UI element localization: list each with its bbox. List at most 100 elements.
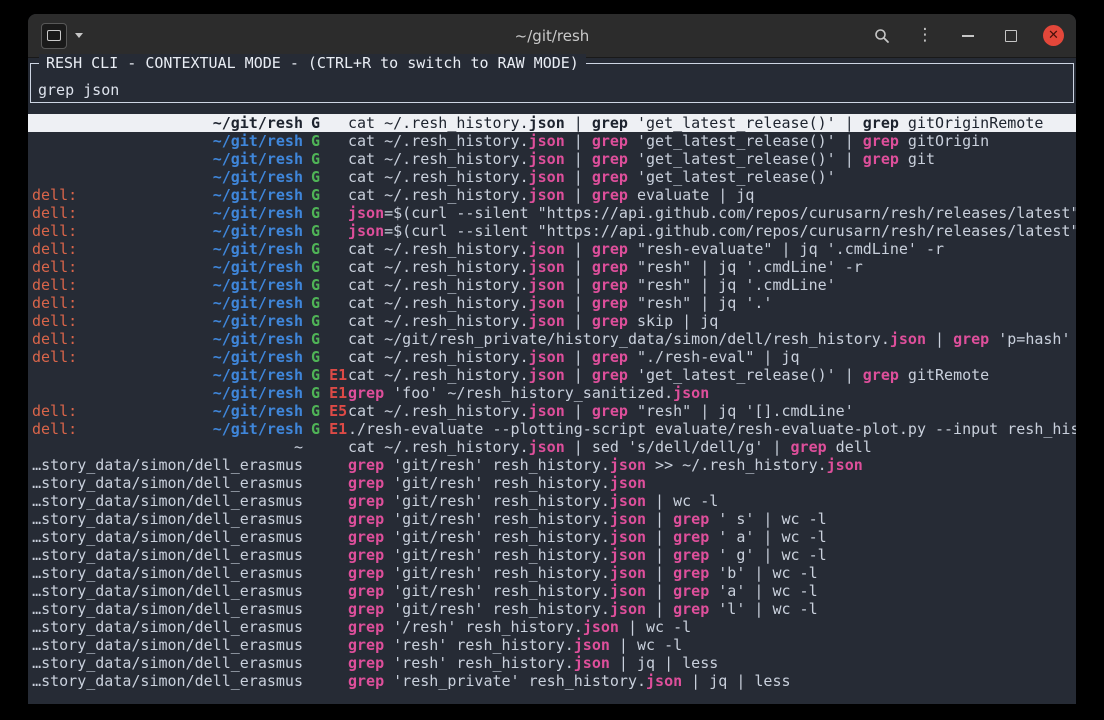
row-directory: ~/git/resh bbox=[213, 420, 303, 438]
history-row[interactable]: …story_data/simon/dell_erasmus grep 'resh… bbox=[28, 672, 1076, 690]
row-command: cat ~/.resh_history.json | grep "resh-ev… bbox=[348, 240, 1076, 258]
row-status-flags: G bbox=[303, 240, 348, 258]
history-row[interactable]: …story_data/simon/dell_erasmusgrep 'git/… bbox=[28, 582, 1076, 600]
history-row[interactable]: …story_data/simon/dell_erasmusgrep 'git/… bbox=[28, 474, 1076, 492]
history-row[interactable]: dell:~/git/reshG E1./resh-evaluate --plo… bbox=[28, 420, 1076, 438]
row-location: dell:~/git/resh bbox=[32, 222, 303, 240]
row-status-flags bbox=[303, 528, 348, 546]
history-row[interactable]: …story_data/simon/dell_erasmus grep '/res… bbox=[28, 618, 1076, 636]
row-directory: ~/git/resh bbox=[213, 366, 303, 384]
git-flag: G bbox=[311, 366, 320, 384]
row-host: dell: bbox=[32, 420, 77, 438]
query-match: grep bbox=[673, 510, 709, 528]
desktop-background: { "window": { "title": "~/git/resh" }, "… bbox=[0, 0, 1104, 720]
history-row[interactable]: ~/git/reshG E1grep 'foo' ~/resh_history_… bbox=[28, 384, 1076, 402]
close-icon[interactable]: ✕ bbox=[1043, 25, 1064, 46]
history-row[interactable]: …story_data/simon/dell_erasmusgrep 'git/… bbox=[28, 456, 1076, 474]
git-flag: G bbox=[311, 114, 320, 132]
row-host: dell: bbox=[32, 258, 77, 276]
history-row[interactable]: …story_data/simon/dell_erasmusgrep 'git/… bbox=[28, 546, 1076, 564]
row-directory: ~/git/resh bbox=[213, 384, 303, 402]
row-location: dell:~/git/resh bbox=[32, 276, 303, 294]
history-row[interactable]: ~cat ~/.resh_history.json | sed 's/dell/… bbox=[28, 438, 1076, 456]
row-directory: ~/git/resh bbox=[213, 132, 303, 150]
row-command: grep 'git/resh' resh_history.json >> ~/.… bbox=[348, 456, 1076, 474]
search-query-input[interactable]: grep json bbox=[38, 81, 119, 99]
row-command: grep '/resh' resh_history.json | wc -l bbox=[348, 618, 1076, 636]
search-icon[interactable] bbox=[871, 25, 893, 47]
row-status-flags bbox=[303, 438, 348, 456]
history-row[interactable]: dell:~/git/reshGcat ~/.resh_history.json… bbox=[28, 240, 1076, 258]
row-command: grep 'git/resh' resh_history.json | grep… bbox=[348, 600, 1076, 618]
history-row[interactable]: dell:~/git/reshGjson=$(curl --silent "ht… bbox=[28, 222, 1076, 240]
row-status-flags: G bbox=[303, 114, 348, 132]
row-status-flags: G bbox=[303, 330, 348, 348]
row-command: ./resh-evaluate --plotting-script evalua… bbox=[348, 420, 1076, 438]
minimize-icon[interactable] bbox=[957, 25, 979, 47]
terminal-screen-glyph bbox=[47, 30, 61, 41]
query-match: json bbox=[529, 114, 565, 132]
history-row[interactable]: …story_data/simon/dell_erasmusgrep 'git/… bbox=[28, 564, 1076, 582]
row-command: grep 'resh_private' resh_history.json | … bbox=[348, 672, 1076, 690]
history-row[interactable]: ~/git/reshGcat ~/.resh_history.json | gr… bbox=[28, 150, 1076, 168]
query-match: grep bbox=[592, 114, 628, 132]
query-match: grep bbox=[348, 618, 384, 636]
row-location: …story_data/simon/dell_erasmus bbox=[32, 654, 303, 672]
history-row[interactable]: ~/git/reshGcat ~/.resh_history.json | gr… bbox=[28, 168, 1076, 186]
query-match: grep bbox=[863, 366, 899, 384]
history-row[interactable]: dell:~/git/reshGcat ~/.resh_history.json… bbox=[28, 312, 1076, 330]
resh-mode-header: RESH CLI - CONTEXTUAL MODE - (CTRL+R to … bbox=[39, 54, 586, 72]
terminal-content[interactable]: RESH CLI - CONTEXTUAL MODE - (CTRL+R to … bbox=[28, 58, 1076, 704]
query-match: grep bbox=[348, 582, 384, 600]
resh-header-box: RESH CLI - CONTEXTUAL MODE - (CTRL+R to … bbox=[30, 63, 1074, 103]
history-list: ~/git/reshGcat ~/.resh_history.json | gr… bbox=[28, 114, 1076, 690]
row-host: dell: bbox=[32, 348, 77, 366]
row-directory: ~/git/resh bbox=[213, 114, 303, 132]
row-location: …story_data/simon/dell_erasmus bbox=[32, 618, 303, 636]
row-command: cat ~/.resh_history.json | grep 'get_lat… bbox=[348, 114, 1076, 132]
query-match: json bbox=[673, 384, 709, 402]
history-row[interactable]: …story_data/simon/dell_erasmusgrep 'git/… bbox=[28, 528, 1076, 546]
git-flag: G bbox=[311, 222, 320, 240]
row-directory: …story_data/simon/dell_erasmus bbox=[32, 654, 303, 672]
row-status-flags: G E1 bbox=[303, 384, 348, 402]
row-directory: …story_data/simon/dell_erasmus bbox=[32, 672, 303, 690]
query-match: json bbox=[610, 582, 646, 600]
menu-kebab-icon[interactable]: ⋮ bbox=[914, 25, 936, 47]
terminal-tab-icon[interactable] bbox=[41, 23, 67, 49]
row-command: cat ~/.resh_history.json | grep "./resh-… bbox=[348, 348, 1076, 366]
query-match: grep bbox=[673, 528, 709, 546]
row-status-flags bbox=[303, 654, 348, 672]
query-match: json bbox=[610, 564, 646, 582]
history-row[interactable]: ~/git/reshG E1cat ~/.resh_history.json |… bbox=[28, 366, 1076, 384]
git-flag: G bbox=[311, 168, 320, 186]
row-location: …story_data/simon/dell_erasmus bbox=[32, 582, 303, 600]
query-match: grep bbox=[673, 546, 709, 564]
history-row[interactable]: …story_data/simon/dell_erasmusgrep 'git/… bbox=[28, 600, 1076, 618]
history-row[interactable]: …story_data/simon/dell_erasmusgrep 'git/… bbox=[28, 492, 1076, 510]
history-row[interactable]: …story_data/simon/dell_erasmusgrep 'resh… bbox=[28, 654, 1076, 672]
history-row[interactable]: dell:~/git/reshGcat ~/.resh_history.json… bbox=[28, 258, 1076, 276]
tab-dropdown-caret-icon[interactable] bbox=[75, 33, 83, 38]
row-location: …story_data/simon/dell_erasmus bbox=[32, 510, 303, 528]
history-row[interactable]: dell:~/git/reshGcat ~/.resh_history.json… bbox=[28, 276, 1076, 294]
history-row[interactable]: dell:~/git/reshGcat ~/.resh_history.json… bbox=[28, 186, 1076, 204]
row-command: cat ~/.resh_history.json | grep "resh" |… bbox=[348, 276, 1076, 294]
row-command: cat ~/.resh_history.json | grep 'get_lat… bbox=[348, 132, 1076, 150]
restore-window-icon[interactable] bbox=[1000, 25, 1022, 47]
query-match: json bbox=[529, 402, 565, 420]
history-row[interactable]: …story_data/simon/dell_erasmusgrep 'git/… bbox=[28, 510, 1076, 528]
history-row[interactable]: …story_data/simon/dell_erasmusgrep 'resh… bbox=[28, 636, 1076, 654]
row-directory: …story_data/simon/dell_erasmus bbox=[32, 474, 303, 492]
git-flag: G bbox=[311, 312, 320, 330]
history-row[interactable]: dell:~/git/reshGcat ~/.resh_history.json… bbox=[28, 294, 1076, 312]
history-row[interactable]: dell:~/git/reshGjson=$(curl --silent "ht… bbox=[28, 204, 1076, 222]
history-row[interactable]: dell:~/git/reshGcat ~/.resh_history.json… bbox=[28, 348, 1076, 366]
history-row[interactable]: dell:~/git/reshG E5cat ~/.resh_history.j… bbox=[28, 402, 1076, 420]
history-row[interactable]: ~/git/resh Gcat ~/.resh_history.json | gr… bbox=[28, 114, 1076, 132]
row-location: ~/git/resh bbox=[32, 132, 303, 150]
history-row[interactable]: ~/git/reshGcat ~/.resh_history.json | gr… bbox=[28, 132, 1076, 150]
git-flag: G bbox=[311, 330, 320, 348]
row-directory: ~/git/resh bbox=[213, 222, 303, 240]
history-row[interactable]: dell:~/git/reshGcat ~/git/resh_private/h… bbox=[28, 330, 1076, 348]
